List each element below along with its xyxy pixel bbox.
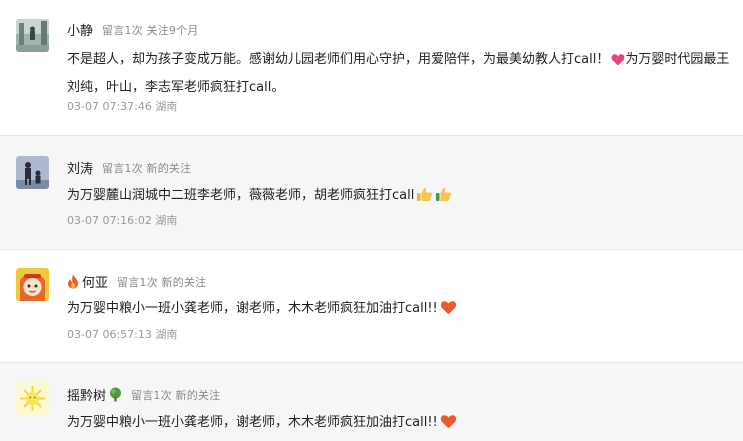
comment-item: 摇黔树 留言1次 新的关注 为万婴中粮小一班小龚老师，谢老师，木木老师疯狂加油打…	[0, 363, 743, 441]
user-name[interactable]: 摇黔树	[67, 385, 106, 404]
thumbs-up-emoji-icon	[435, 186, 452, 211]
comment-time: 03-07 07:37:46 湖南	[67, 100, 178, 113]
comment-text: 为万婴麓山润城中二班李老师，薇薇老师，胡老师疯狂打call	[67, 183, 739, 211]
user-name[interactable]: 何亚	[82, 272, 108, 291]
heart-emoji-icon	[440, 299, 457, 324]
avatar[interactable]	[16, 156, 49, 189]
avatar[interactable]	[16, 19, 49, 52]
avatar[interactable]	[16, 382, 49, 415]
user-name[interactable]: 刘涛	[67, 158, 93, 177]
comment-text: 为万婴中粮小一班小龚老师，谢老师，木木老师疯狂加油打call!!	[67, 410, 739, 438]
user-meta: 留言1次 新的关注	[117, 275, 207, 289]
comment-item: 刘涛 留言1次 新的关注 为万婴麓山润城中二班李老师，薇薇老师，胡老师疯狂打ca…	[0, 136, 743, 250]
comment-time: 03-07 07:16:02 湖南	[67, 214, 178, 227]
heart-emoji-icon	[440, 413, 457, 438]
flame-icon	[67, 274, 79, 289]
comment-time: 03-07 06:57:13 湖南	[67, 328, 178, 341]
comment-item: 何亚 留言1次 新的关注 为万婴中粮小一班小龚老师，谢老师，木木老师疯狂加油打c…	[0, 250, 743, 363]
comment-text: 不是超人，却为孩子变成万能。感谢幼儿园老师们用心守护，用爱陪伴，为最美幼教人打c…	[67, 50, 730, 95]
tree-icon	[109, 387, 122, 402]
heart-emoji-icon	[611, 50, 625, 75]
user-meta: 留言1次 新的关注	[131, 388, 221, 402]
thumbs-up-emoji-icon	[416, 186, 433, 211]
user-meta: 留言1次 关注9个月	[102, 23, 199, 37]
avatar[interactable]	[16, 268, 49, 301]
user-name[interactable]: 小静	[67, 20, 93, 39]
comment-text: 为万婴中粮小一班小龚老师，谢老师，木木老师疯狂加油打call!!	[67, 296, 739, 324]
user-meta: 留言1次 新的关注	[102, 161, 192, 175]
comment-item: 小静 留言1次 关注9个月 不是超人，却为孩子变成万能。感谢幼儿园老师们用心守护…	[0, 0, 743, 136]
